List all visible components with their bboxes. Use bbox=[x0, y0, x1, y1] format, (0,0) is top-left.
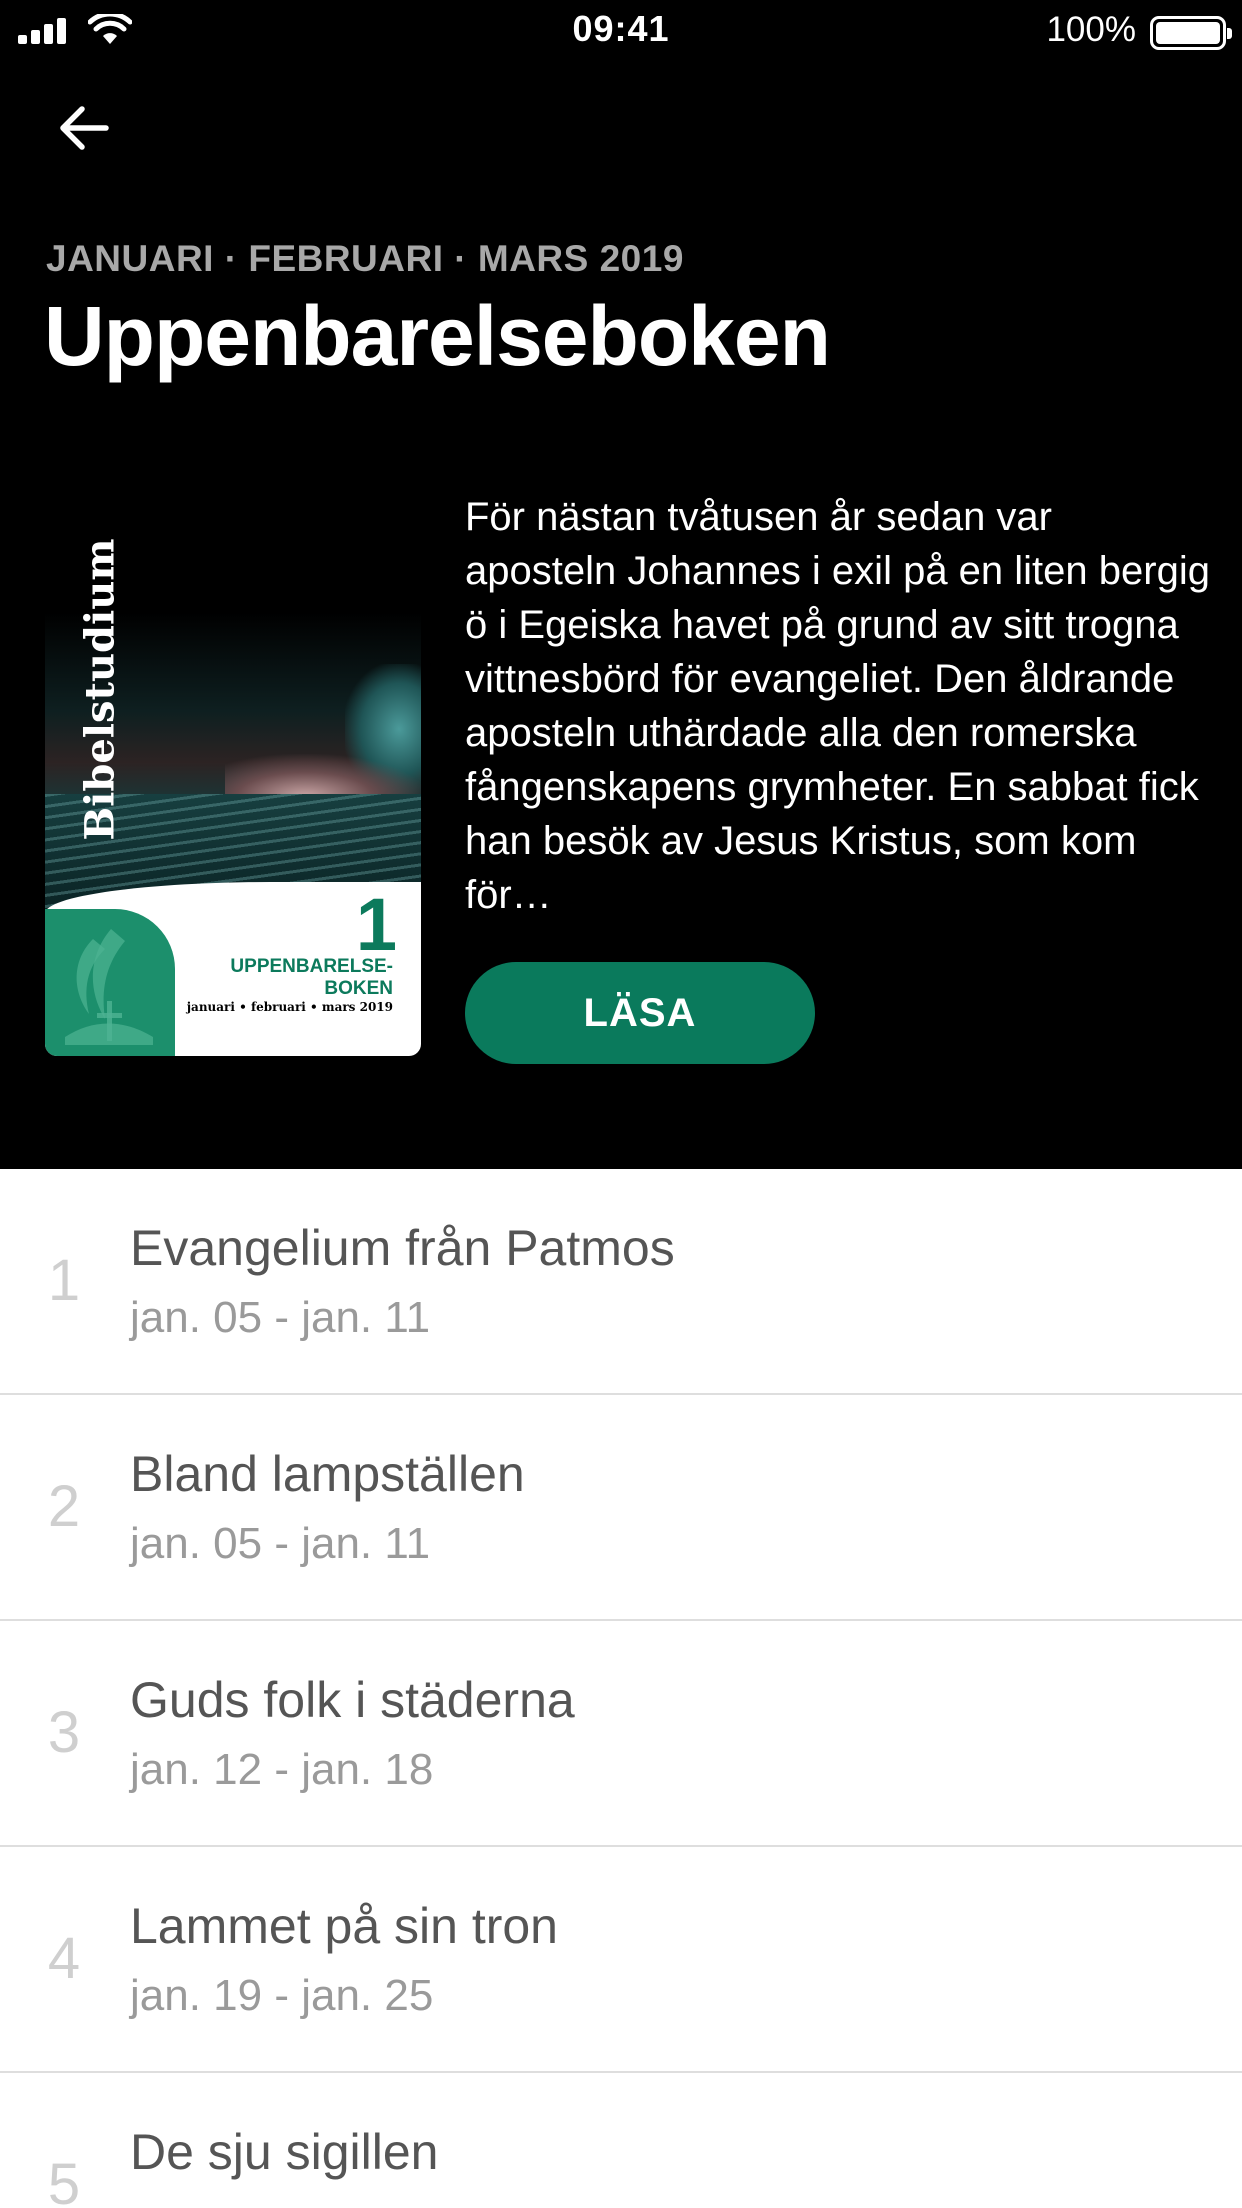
lesson-dates: jan. 12 - jan. 18 bbox=[130, 1745, 434, 1794]
book-cover-image: Bibelstudium 1 UPPENBARELSE- BOKEN janua… bbox=[45, 494, 421, 1056]
list-item[interactable]: 5 De sju sigillen bbox=[0, 2073, 1242, 2208]
read-button[interactable]: LÄSA bbox=[465, 962, 815, 1064]
lesson-number: 4 bbox=[47, 1926, 81, 1991]
cover-spine-text: Bibelstudium bbox=[76, 537, 124, 841]
status-bar: 09:41 100% bbox=[0, 0, 1242, 62]
list-item[interactable]: 2 Bland lampställen jan. 05 - jan. 11 bbox=[0, 1395, 1242, 1621]
back-button[interactable] bbox=[48, 92, 120, 164]
lesson-number: 2 bbox=[47, 1474, 81, 1539]
lesson-title: Lammet på sin tron bbox=[130, 1898, 558, 1954]
lesson-number: 1 bbox=[47, 1248, 81, 1313]
battery-percentage: 100% bbox=[1046, 10, 1136, 49]
cover-subtitle: januari • februari • mars 2019 bbox=[186, 1000, 393, 1014]
battery-icon bbox=[1150, 16, 1232, 50]
cover-title: UPPENBARELSE- BOKEN bbox=[230, 956, 393, 999]
arrow-left-icon bbox=[60, 106, 109, 150]
quarterly-description: För nästan tvåtusen år sedan var apostel… bbox=[465, 495, 1210, 917]
cover-number: 1 bbox=[355, 883, 397, 966]
lesson-title: Guds folk i städerna bbox=[130, 1672, 575, 1728]
lesson-dates: jan. 05 - jan. 11 bbox=[130, 1519, 431, 1568]
page-title: Uppenbarelseboken bbox=[44, 289, 831, 383]
app-screen: 09:41 100% JANUARI · FEBRUARI · MARS 201… bbox=[0, 0, 1242, 2208]
list-item[interactable]: 3 Guds folk i städerna jan. 12 - jan. 18 bbox=[0, 1621, 1242, 1847]
lesson-title: Bland lampställen bbox=[130, 1446, 525, 1502]
lesson-dates: jan. 05 - jan. 11 bbox=[130, 1293, 431, 1342]
lesson-number: 5 bbox=[47, 2152, 81, 2208]
list-item[interactable]: 1 Evangelium från Patmos jan. 05 - jan. … bbox=[0, 1169, 1242, 1395]
list-item[interactable]: 4 Lammet på sin tron jan. 19 - jan. 25 bbox=[0, 1847, 1242, 2073]
lesson-number: 3 bbox=[47, 1700, 81, 1765]
lesson-title: Evangelium från Patmos bbox=[130, 1220, 675, 1276]
lesson-list: 1 Evangelium från Patmos jan. 05 - jan. … bbox=[0, 1169, 1242, 2208]
church-logo-icon bbox=[45, 909, 175, 1056]
lesson-dates: jan. 19 - jan. 25 bbox=[130, 1971, 434, 2020]
lesson-title: De sju sigillen bbox=[130, 2124, 439, 2180]
quarterly-header: 09:41 100% JANUARI · FEBRUARI · MARS 201… bbox=[0, 0, 1242, 1169]
quarter-label: JANUARI · FEBRUARI · MARS 2019 bbox=[46, 238, 684, 279]
